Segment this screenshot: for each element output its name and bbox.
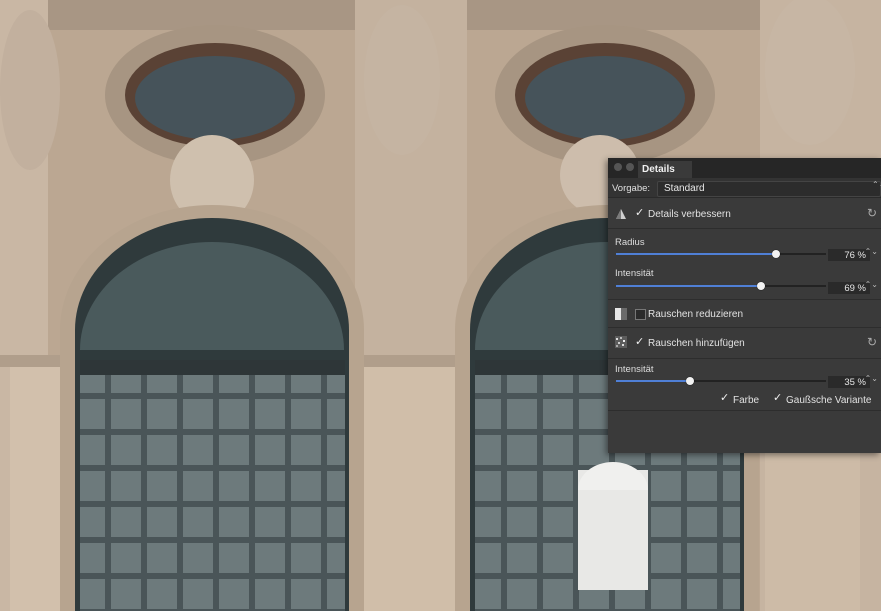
intensity-value: 69 % bbox=[844, 283, 866, 294]
section-rauschen-hinzufuegen: ✓ Rauschen hinzufügen ↻ bbox=[608, 328, 881, 359]
details-label: Details verbessern bbox=[648, 209, 731, 220]
close-dot-icon[interactable] bbox=[614, 163, 622, 171]
intensity-slider[interactable] bbox=[616, 279, 826, 293]
dropdown-stepper-icon: ⌃⌄ bbox=[872, 180, 881, 189]
gauss-label: Gaußsche Variante bbox=[786, 395, 872, 406]
radius-fill bbox=[616, 253, 776, 255]
color-label: Farbe bbox=[733, 395, 760, 406]
radius-value: 76 % bbox=[844, 250, 866, 261]
noise-intensity-value: 35 % bbox=[844, 377, 866, 388]
intensity-stepper-icon[interactable]: ⌃⌄ bbox=[865, 281, 878, 289]
preset-value: Standard bbox=[664, 183, 705, 194]
intensity-knob[interactable] bbox=[756, 282, 765, 290]
radius-slider[interactable] bbox=[616, 247, 826, 261]
intensity-label: Intensität bbox=[615, 268, 654, 279]
details-checkbox[interactable]: ✓ bbox=[635, 206, 644, 219]
gauss-checkbox[interactable]: ✓ bbox=[773, 391, 782, 404]
divider bbox=[608, 410, 881, 411]
details-panel: Details Vorgabe: Standard ⌃⌄ ✓ Details v… bbox=[608, 158, 881, 453]
noise-add-reset-icon[interactable]: ↻ bbox=[867, 335, 877, 349]
preset-dropdown[interactable]: Standard ⌃⌄ bbox=[657, 181, 881, 197]
panel-titlebar: Details bbox=[608, 158, 881, 178]
noise-reduce-icon bbox=[615, 308, 627, 320]
detail-triangle-icon bbox=[616, 209, 626, 219]
noise-reduce-label: Rauschen reduzieren bbox=[648, 309, 744, 320]
minimize-dot-icon[interactable] bbox=[626, 163, 634, 171]
color-checkbox[interactable]: ✓ bbox=[720, 391, 729, 404]
noise-add-checkbox[interactable]: ✓ bbox=[635, 335, 644, 348]
noise-reduce-checkbox[interactable] bbox=[635, 309, 646, 320]
radius-knob[interactable] bbox=[771, 250, 780, 258]
noise-add-label: Rauschen hinzufügen bbox=[648, 338, 745, 349]
preset-row: Vorgabe: Standard ⌃⌄ bbox=[608, 178, 881, 198]
noise-intensity-knob[interactable] bbox=[685, 377, 694, 385]
section-rauschen-reduzieren: Rauschen reduzieren bbox=[608, 300, 881, 328]
details-reset-icon[interactable]: ↻ bbox=[867, 206, 877, 220]
radius-stepper-icon[interactable]: ⌃⌄ bbox=[865, 248, 878, 256]
noise-intensity-fill bbox=[616, 380, 690, 382]
tab-details[interactable]: Details bbox=[638, 161, 692, 178]
noise-add-icon bbox=[615, 336, 627, 348]
noise-intensity-slider[interactable] bbox=[616, 374, 826, 388]
preset-label: Vorgabe: bbox=[612, 183, 651, 194]
section-details-verbessern: ✓ Details verbessern ↻ bbox=[608, 198, 881, 229]
noise-intensity-stepper-icon[interactable]: ⌃⌄ bbox=[865, 375, 878, 383]
intensity-fill bbox=[616, 285, 761, 287]
